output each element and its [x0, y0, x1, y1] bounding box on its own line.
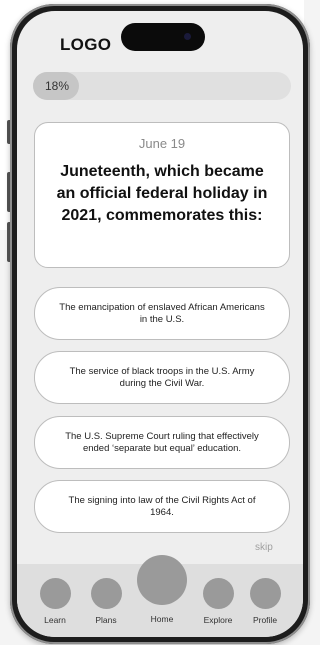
answer-option-4[interactable]: The signing into law of the Civil Rights… [34, 480, 290, 533]
learn-icon [39, 578, 71, 609]
plans-icon [90, 578, 122, 609]
nav-label-home: Home [150, 614, 174, 624]
nav-label-learn: Learn [44, 615, 66, 625]
nav-item-explore[interactable]: Explore [193, 564, 243, 625]
dynamic-island [121, 23, 205, 51]
nav-label-profile: Profile [252, 615, 278, 625]
nav-item-home[interactable]: Home [137, 555, 187, 624]
nav-item-profile[interactable]: Profile [240, 564, 290, 625]
question-date: June 19 [138, 136, 186, 151]
progress-label: 18% [45, 79, 70, 93]
nav-label-explore: Explore [203, 615, 233, 625]
phone-screen: LOGO 18% June 19 Juneteenth, which becam… [17, 11, 303, 637]
explore-icon [202, 578, 234, 609]
profile-icon [249, 578, 281, 609]
question-card: June 19 Juneteenth, which became an offi… [34, 122, 290, 268]
progress-bar: 18% [33, 72, 291, 100]
answer-option-2[interactable]: The service of black troops in the U.S. … [34, 351, 290, 404]
answer-option-3[interactable]: The U.S. Supreme Court ruling that effec… [34, 416, 290, 469]
phone-frame: LOGO 18% June 19 Juneteenth, which becam… [10, 4, 310, 644]
nav-label-plans: Plans [95, 615, 117, 625]
app-logo: LOGO [60, 35, 112, 54]
camera-icon [184, 33, 191, 40]
bottom-nav: Learn Plans Home Explore Profile [17, 555, 303, 637]
question-text: Juneteenth, which became an official fed… [56, 163, 268, 224]
stage: LOGO 18% June 19 Juneteenth, which becam… [0, 0, 310, 645]
nav-item-learn[interactable]: Learn [30, 564, 80, 625]
answer-option-1[interactable]: The emancipation of enslaved African Ame… [34, 287, 290, 340]
nav-item-plans[interactable]: Plans [81, 564, 131, 625]
home-icon [137, 555, 187, 605]
skip-link[interactable]: skip [255, 542, 273, 553]
